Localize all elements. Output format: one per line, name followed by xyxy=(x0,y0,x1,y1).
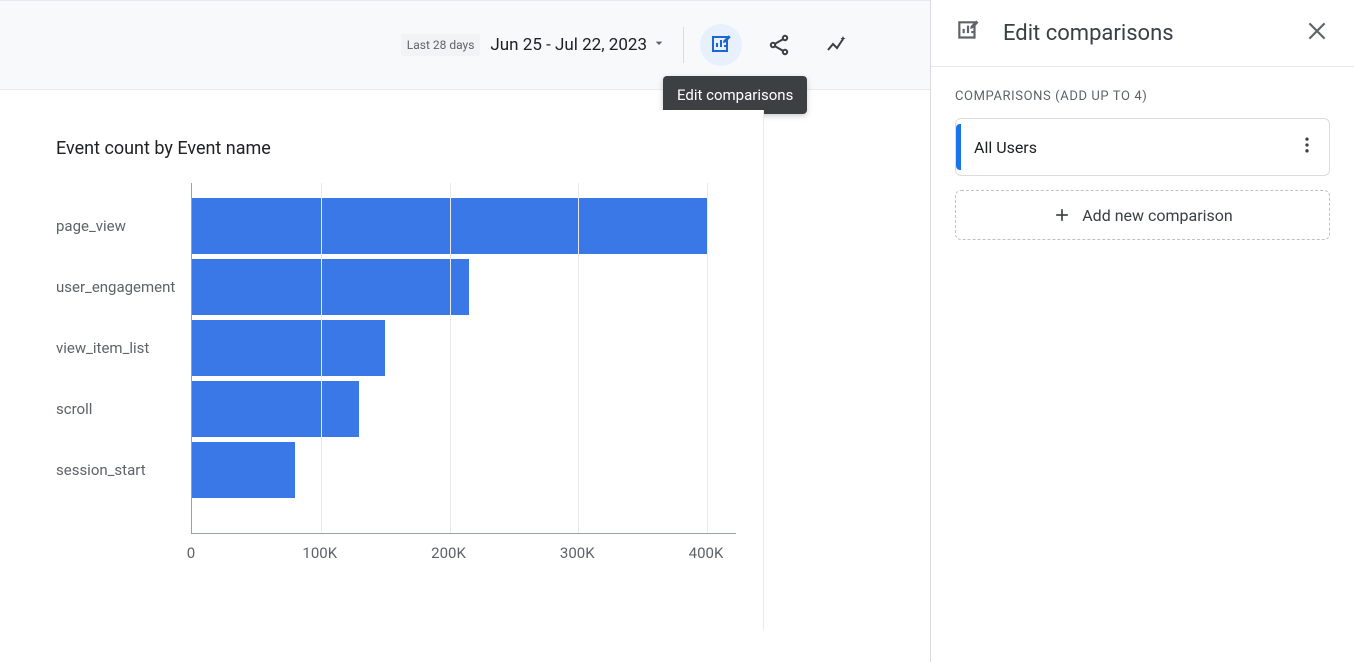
insights-button[interactable] xyxy=(816,24,858,66)
comparisons-section-label: COMPARISONS (ADD UP TO 4) xyxy=(955,89,1330,104)
bar-row xyxy=(192,320,385,376)
comparison-more-button[interactable] xyxy=(1297,135,1317,159)
bar-row xyxy=(192,442,295,498)
y-axis-label: session_start xyxy=(56,442,184,498)
y-axis-label: page_view xyxy=(56,198,184,254)
chevron-down-icon xyxy=(651,35,667,56)
bar[interactable] xyxy=(192,381,359,437)
share-icon xyxy=(767,33,791,57)
add-comparison-button[interactable]: Add new comparison xyxy=(955,190,1330,240)
y-axis-label: scroll xyxy=(56,381,184,437)
panel-title: Edit comparisons xyxy=(1003,21,1282,46)
tooltip: Edit comparisons xyxy=(663,76,807,114)
bar-row xyxy=(192,381,359,437)
y-axis-labels: page_viewuser_engagementview_item_listsc… xyxy=(56,183,184,533)
chart-edit-icon xyxy=(955,18,981,48)
x-axis-tick: 400K xyxy=(689,544,724,562)
date-group: Last 28 days Jun 25 - Jul 22, 2023 xyxy=(401,34,667,56)
gridline xyxy=(450,183,451,533)
x-axis-tick: 100K xyxy=(302,544,337,562)
chart-card: Event count by Event name page_viewuser_… xyxy=(24,110,764,630)
chart-title: Event count by Event name xyxy=(56,138,741,159)
comparison-item-all-users[interactable]: All Users xyxy=(955,118,1330,176)
bar-row xyxy=(192,259,469,315)
panel-body: COMPARISONS (ADD UP TO 4) All Users Add … xyxy=(931,67,1354,262)
date-range-picker[interactable]: Jun 25 - Jul 22, 2023 xyxy=(490,35,667,56)
bar[interactable] xyxy=(192,259,469,315)
bars xyxy=(192,183,736,533)
close-icon xyxy=(1304,18,1330,44)
gridline xyxy=(321,183,322,533)
comparison-label: All Users xyxy=(974,138,1037,157)
edit-comparisons-panel: Edit comparisons COMPARISONS (ADD UP TO … xyxy=(930,0,1354,662)
x-axis-tick: 0 xyxy=(187,544,195,562)
x-axis-tick: 200K xyxy=(431,544,466,562)
gridline xyxy=(578,183,579,533)
plus-icon xyxy=(1052,205,1072,225)
bar[interactable] xyxy=(192,442,295,498)
add-comparison-label: Add new comparison xyxy=(1082,206,1233,225)
share-button[interactable] xyxy=(758,24,800,66)
y-axis-label: view_item_list xyxy=(56,320,184,376)
date-range-text: Jun 25 - Jul 22, 2023 xyxy=(490,35,647,55)
separator xyxy=(683,27,684,63)
gridline xyxy=(707,183,708,533)
plot-area xyxy=(191,183,736,533)
chart-edit-icon xyxy=(709,33,733,57)
bar[interactable] xyxy=(192,320,385,376)
edit-comparisons-button[interactable] xyxy=(700,24,742,66)
close-button[interactable] xyxy=(1304,18,1330,48)
panel-header: Edit comparisons xyxy=(931,0,1354,67)
x-axis-tick: 300K xyxy=(560,544,595,562)
x-axis: 0100K200K300K400K xyxy=(191,533,736,573)
more-vert-icon xyxy=(1297,135,1317,155)
sparkle-trend-icon xyxy=(825,33,849,57)
period-badge: Last 28 days xyxy=(401,34,481,56)
y-axis-label: user_engagement xyxy=(56,259,184,315)
chart: page_viewuser_engagementview_item_listsc… xyxy=(56,183,736,573)
